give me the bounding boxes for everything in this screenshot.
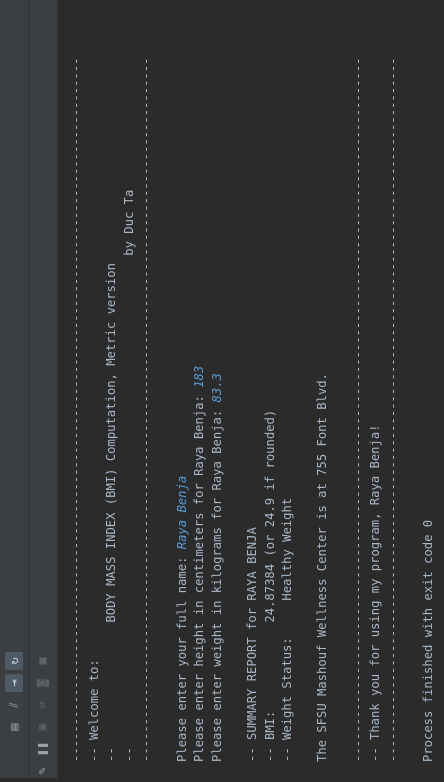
rerun-icon[interactable]: ↻ xyxy=(5,652,23,670)
console-user-input: Raya Benja xyxy=(174,475,189,550)
pin-icon[interactable]: ✎ xyxy=(33,762,51,780)
console-line-text: Please enter your full name: xyxy=(174,549,189,762)
console-line-text: -- Welcome to: xyxy=(86,659,101,762)
restore-layout-icon[interactable]: ▣ xyxy=(33,718,51,736)
console-user-input: 83.3 xyxy=(209,373,224,403)
camera-icon[interactable]: ◙ xyxy=(33,674,51,692)
console-line-text: ----------------------------------------… xyxy=(385,57,400,762)
console-line-text: The SFSU Mashouf Wellness Center is at 7… xyxy=(315,373,330,762)
console-line: -- BODY MASS INDEX (BMI) Computation, Me… xyxy=(103,14,121,762)
console-text-area[interactable]: ----------------------------------------… xyxy=(58,0,444,778)
console-line-text: Please enter height in centimeters for R… xyxy=(192,387,207,762)
console-line: ----------------------------------------… xyxy=(138,14,156,762)
console-line: -- BMI: 24.87384 (or 24.9 if rounded) xyxy=(262,14,280,762)
soft-wrap-icon[interactable]: ⫽ xyxy=(5,696,23,714)
console-line: Please enter weight in kilograms for Ray… xyxy=(209,14,227,762)
console-line-text: ----------------------------------------… xyxy=(350,57,365,762)
stop-icon[interactable]: ■ xyxy=(33,652,51,670)
console-user-input: 183 xyxy=(192,365,207,388)
console-line: Please enter height in centimeters for R… xyxy=(191,14,209,762)
exit-icon[interactable]: ⇄ xyxy=(33,696,51,714)
console-line: -- Welcome to: xyxy=(86,14,104,762)
scroll-to-end-icon[interactable]: ⇥ xyxy=(5,674,23,692)
run-toolbar-secondary-icons: ■ ◙ ⇄ ▣ ❚❚ ✎ xyxy=(28,650,56,782)
console-line-text: -- Thank you for using my program, Raya … xyxy=(368,424,383,762)
console-line: -- by Duc Ta xyxy=(121,14,139,762)
console-line: Process finished with exit code 0 xyxy=(420,14,438,762)
console-line-text: -- BMI: 24.87384 (or 24.9 if rounded) xyxy=(262,409,277,762)
console-line-text: -- Weight Status: Healthy Weight xyxy=(280,497,295,762)
run-toolbar-primary-icons: ↻ ⇥ ⫽ ▤ xyxy=(0,650,28,738)
console-line: -- Thank you for using my program, Raya … xyxy=(367,14,385,762)
console-output[interactable]: ----------------------------------------… xyxy=(58,0,444,778)
console-line: ----------------------------------------… xyxy=(68,14,86,762)
console-line: The SFSU Mashouf Wellness Center is at 7… xyxy=(314,14,332,762)
console-line-text: Please enter weight in kilograms for Ray… xyxy=(209,402,224,762)
console-line: ----------------------------------------… xyxy=(385,14,403,762)
console-line: Please enter your full name: Raya Benja xyxy=(174,14,192,762)
console-line-text: -- BODY MASS INDEX (BMI) Computation, Me… xyxy=(104,263,119,762)
console-line-text: -- by Duc Ta xyxy=(121,189,136,762)
console-line-text: -- SUMMARY REPORT for RAYA BENJA xyxy=(244,527,259,762)
console-line: -- Weight Status: Healthy Weight xyxy=(279,14,297,762)
console-line-text: ----------------------------------------… xyxy=(139,57,154,762)
console-line-text: Process finished with exit code 0 xyxy=(420,519,435,762)
pause-icon[interactable]: ❚❚ xyxy=(33,740,51,758)
console-line-text: ----------------------------------------… xyxy=(69,57,83,762)
console-line: ----------------------------------------… xyxy=(350,14,368,762)
console-line: -- SUMMARY REPORT for RAYA BENJA xyxy=(244,14,262,762)
print-icon[interactable]: ▤ xyxy=(5,718,23,736)
